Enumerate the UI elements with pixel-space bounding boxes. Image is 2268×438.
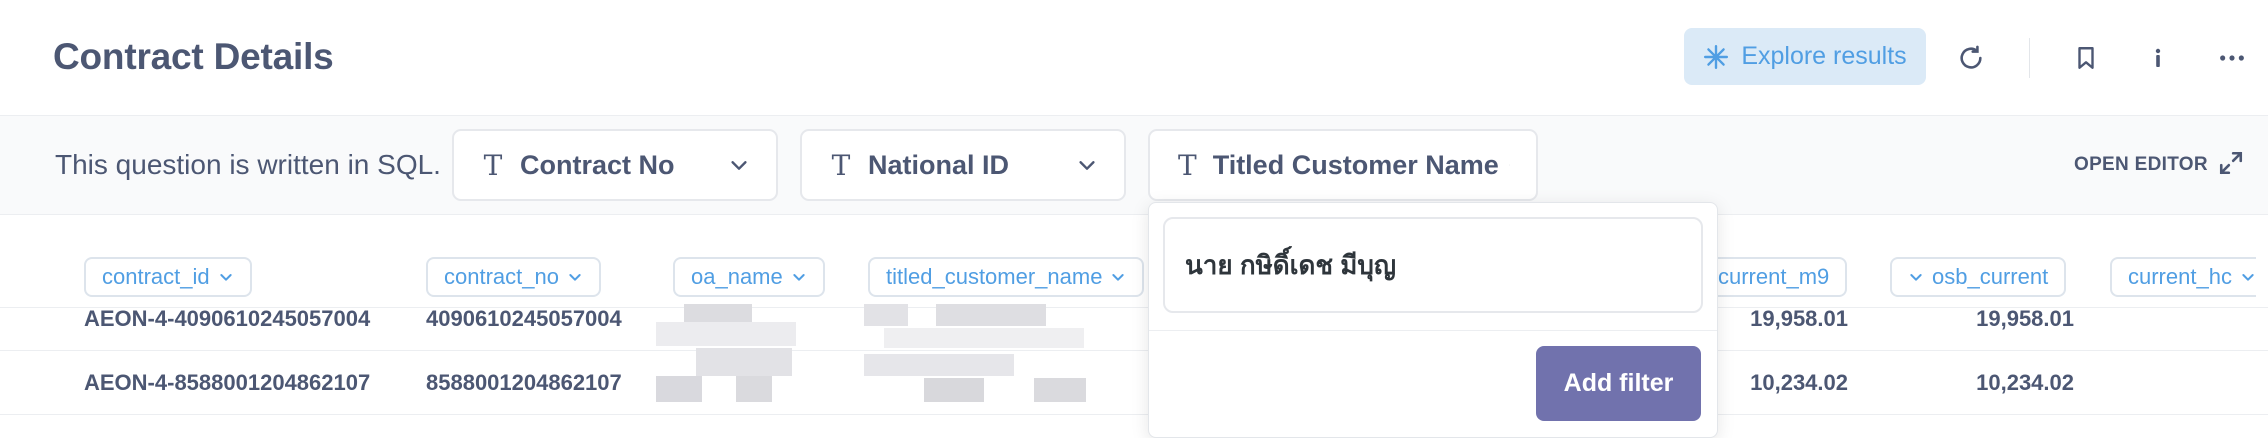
refresh-button[interactable]	[1947, 34, 1995, 82]
refresh-icon	[1960, 45, 1982, 69]
chevron-down-icon	[1112, 274, 1125, 281]
column-label: contract_no	[444, 264, 559, 289]
chevron-down-icon	[219, 274, 232, 281]
cell-contract-id: AEON-4-4090610245057004	[84, 306, 371, 331]
cell-current-m9: 10,234.02	[1750, 370, 1848, 395]
filter-label: Titled Customer Name	[1212, 149, 1499, 180]
add-filter-button[interactable]: Add filter	[1536, 346, 1701, 421]
chevron-down-icon	[731, 161, 747, 170]
cell-contract-id: AEON-4-8588001204862107	[84, 370, 371, 395]
cell-contract-no: 4090610245057004	[426, 306, 622, 331]
filter-national-id[interactable]: T National ID	[800, 129, 1126, 201]
text-type-icon: T	[483, 148, 503, 182]
more-icon	[2220, 55, 2244, 61]
chevron-down-icon	[1910, 274, 1922, 281]
chevron-down-icon	[569, 274, 581, 281]
text-type-icon: T	[1178, 148, 1197, 182]
page-header	[0, 0, 2268, 116]
sql-note: This question is written in SQL.	[55, 149, 441, 180]
column-label: contract_id	[102, 264, 210, 289]
info-icon	[2155, 48, 2161, 67]
cell-contract-no: 8588001204862107	[426, 370, 622, 395]
text-type-icon: T	[831, 148, 851, 182]
filter-contract-no[interactable]: T Contract No	[452, 129, 778, 201]
open-editor-link[interactable]: OPEN EDITOR	[2074, 154, 2208, 176]
column-header-current-hc[interactable]: current_hc	[2110, 257, 2256, 297]
expand-icon[interactable]	[2218, 150, 2244, 176]
filter-label: National ID	[868, 149, 1010, 180]
cell-current-m9: 19,958.01	[1750, 306, 1848, 331]
cell-osb-current: 10,234.02	[1976, 370, 2074, 395]
column-label: oa_name	[691, 264, 783, 289]
column-header-contract-no[interactable]: contract_no	[426, 257, 601, 297]
chevron-down-icon	[2242, 274, 2254, 281]
column-label: current_m9	[1718, 264, 1830, 289]
column-label: titled_customer_name	[886, 264, 1103, 289]
cell-osb-current: 19,958.01	[1976, 306, 2074, 331]
table-row-divider	[0, 350, 2268, 351]
column-header-contract-id[interactable]: contract_id	[84, 257, 252, 297]
filter-label: Contract No	[520, 149, 675, 180]
chevron-down-icon	[1079, 161, 1095, 170]
table-row-divider	[0, 414, 2268, 415]
popover-divider	[1149, 330, 1717, 331]
filter-titled-customer-name[interactable]: T Titled Customer Name	[1148, 129, 1538, 201]
header-divider	[2029, 38, 2030, 78]
column-header-titled-customer-name[interactable]: titled_customer_name	[868, 257, 1145, 297]
column-header-oa-name[interactable]: oa_name	[673, 257, 825, 297]
info-button[interactable]	[2134, 34, 2182, 82]
explore-results-label: Explore results	[1741, 42, 1907, 70]
page-title: Contract Details	[53, 36, 334, 77]
chevron-down-icon	[793, 274, 805, 281]
bookmark-button[interactable]	[2062, 34, 2110, 82]
chevron-down-icon	[1508, 164, 1510, 166]
more-options-button[interactable]	[2208, 34, 2256, 82]
explore-sparkle-icon	[1704, 44, 1729, 69]
column-header-osb-current[interactable]: osb_current	[1890, 257, 2067, 297]
column-label: osb_current	[1932, 264, 2049, 289]
redacted-titled-customer-name	[864, 304, 1104, 404]
explore-results-button[interactable]: Explore results	[1684, 28, 1926, 85]
customer-name-filter-input[interactable]: นาย กษิดิ์เดช มีบุญ	[1163, 217, 1703, 313]
column-header-current-m9[interactable]: current_m9	[1700, 257, 1848, 297]
column-label: current_hc	[2128, 264, 2232, 289]
bookmark-icon	[2078, 47, 2094, 69]
